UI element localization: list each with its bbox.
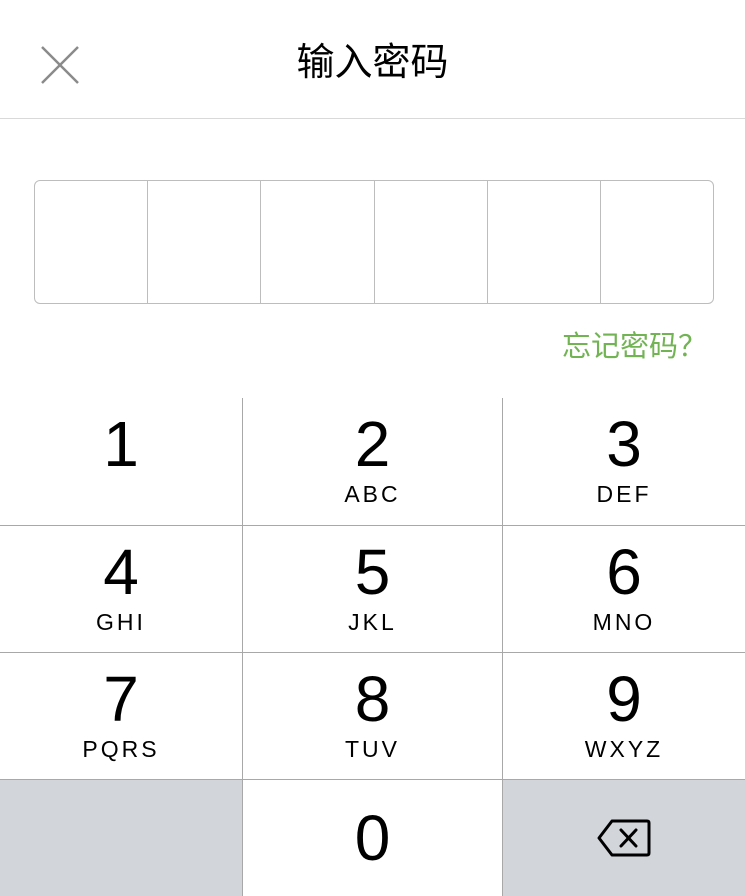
key-7[interactable]: 7 PQRS	[0, 653, 242, 779]
page-title: 输入密码	[296, 40, 449, 84]
password-digit-slot-3	[261, 181, 375, 303]
empty-key	[0, 780, 242, 896]
key-letters: JKL	[348, 609, 397, 635]
password-digit-slot-1	[35, 181, 149, 303]
key-digit: 3	[606, 408, 642, 480]
keypad-divider	[0, 652, 745, 653]
key-letters: WXYZ	[584, 736, 664, 762]
key-0[interactable]: 0	[243, 780, 502, 896]
key-letters: TUV	[345, 736, 400, 762]
key-digit: 5	[354, 536, 391, 608]
header-bar: 输入密码	[0, 0, 745, 119]
password-digit-slot-5	[488, 181, 601, 303]
key-1[interactable]: 1	[0, 398, 242, 525]
backspace-icon	[597, 819, 651, 857]
keypad-divider	[0, 779, 745, 780]
keypad-divider	[502, 398, 503, 896]
forgot-password-link[interactable]: 忘记密码？	[562, 326, 707, 366]
password-digit-slot-4	[375, 181, 488, 303]
key-9[interactable]: 9 WXYZ	[503, 653, 745, 779]
key-letters: ABC	[344, 481, 401, 507]
password-digit-slot-6	[601, 181, 713, 303]
key-digit: 4	[103, 536, 139, 608]
key-6[interactable]: 6 MNO	[503, 526, 745, 652]
key-digit: 6	[606, 536, 642, 608]
key-digit: 2	[354, 408, 391, 480]
key-digit: 1	[103, 408, 139, 480]
key-5[interactable]: 5 JKL	[243, 526, 502, 652]
key-digit: 0	[354, 802, 391, 874]
key-digit: 8	[354, 663, 391, 735]
key-letters: PQRS	[82, 736, 160, 762]
keypad-divider	[242, 398, 243, 896]
password-input-box[interactable]	[34, 180, 714, 304]
keypad-divider	[0, 525, 745, 526]
key-4[interactable]: 4 GHI	[0, 526, 242, 652]
key-digit: 9	[606, 663, 642, 735]
key-2[interactable]: 2 ABC	[243, 398, 502, 525]
key-8[interactable]: 8 TUV	[243, 653, 502, 779]
key-letters: DEF	[596, 481, 652, 507]
password-digit-slot-2	[148, 181, 262, 303]
numeric-keypad: 1 2 ABC 3 DEF 4 GHI 5 JKL 6 MNO 7 PQRS 8…	[0, 398, 745, 896]
key-3[interactable]: 3 DEF	[503, 398, 745, 525]
key-letters: GHI	[96, 609, 146, 635]
key-digit: 7	[103, 663, 139, 735]
key-letters: MNO	[592, 609, 656, 635]
backspace-key[interactable]	[503, 780, 745, 896]
